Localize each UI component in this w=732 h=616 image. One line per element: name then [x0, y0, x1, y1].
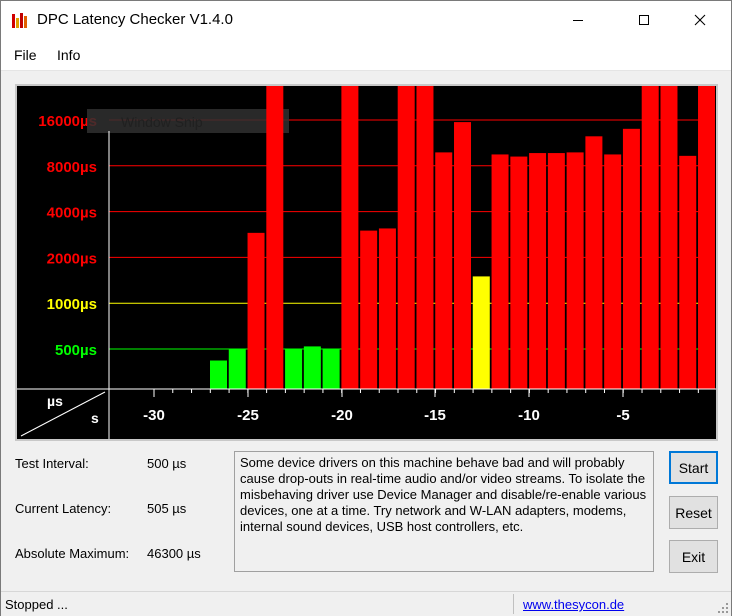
latency-bar [322, 349, 340, 389]
absolute-maximum-value: 46300 µs [147, 546, 201, 561]
start-button[interactable]: Start [669, 451, 718, 484]
latency-bar [454, 122, 472, 389]
x-tick-label: -15 [424, 407, 446, 424]
current-latency-value: 505 µs [147, 501, 187, 516]
x-tick-label: -25 [237, 407, 259, 424]
latency-bar [604, 154, 622, 389]
latency-bar [303, 346, 321, 389]
status-bar: Stopped ... www.thesycon.de [1, 591, 731, 616]
latency-bar [529, 153, 547, 389]
maximize-icon [639, 15, 649, 25]
exit-button[interactable]: Exit [669, 540, 718, 573]
y-tick-label: 2000µs [47, 250, 97, 267]
x-tick-label: -10 [518, 407, 540, 424]
y-tick-label: 500µs [55, 342, 97, 359]
latency-bar [679, 155, 697, 389]
latency-bar [491, 154, 509, 389]
close-icon [694, 14, 706, 26]
y-tick-label: 4000µs [47, 205, 97, 222]
minimize-icon [573, 20, 583, 21]
latency-bar [247, 232, 265, 389]
test-interval-value: 500 µs [147, 456, 187, 471]
latency-bar [397, 86, 415, 389]
latency-bar [622, 128, 640, 389]
latency-bar [341, 86, 359, 389]
app-window: DPC Latency Checker V1.4.0 File Info 160… [0, 0, 732, 616]
current-latency-label: Current Latency: [15, 501, 112, 516]
close-button[interactable] [677, 1, 723, 39]
latency-graph: 16000µs 8000µs 4000µs 2000µs 1000µs 500µs Wind… [15, 84, 718, 441]
website-link[interactable]: www.thesycon.de [523, 597, 624, 612]
latency-bar [585, 136, 603, 389]
menu-file[interactable]: File [14, 47, 37, 63]
latency-bar [228, 349, 246, 389]
app-bars-icon [12, 13, 27, 28]
maximize-button[interactable] [621, 1, 667, 39]
latency-bar [547, 153, 565, 389]
x-tick-label: -5 [616, 407, 629, 424]
latency-bar [660, 86, 678, 389]
resize-grip-icon[interactable] [717, 602, 729, 614]
latency-bar [210, 360, 227, 389]
window-snip-text: Window Snip [121, 114, 203, 130]
latency-bar [472, 276, 490, 389]
test-interval-label: Test Interval: [15, 456, 89, 471]
latency-bar [285, 349, 303, 389]
y-tick-label: 8000µs [47, 159, 97, 176]
minimize-button[interactable] [555, 1, 601, 39]
menu-info[interactable]: Info [57, 47, 80, 63]
x-tick-label: -20 [331, 407, 353, 424]
latency-bar [641, 86, 659, 389]
latency-bar [566, 152, 584, 389]
absolute-maximum-label: Absolute Maximum: [15, 546, 130, 561]
menu-bar: File Info [1, 39, 731, 71]
y-tick-label: 1000µs [47, 296, 97, 313]
reset-button[interactable]: Reset [669, 496, 718, 529]
status-separator [513, 594, 514, 614]
latency-bar [378, 228, 396, 389]
y-unit-label: µs [47, 393, 63, 409]
x-unit-label: s [91, 410, 99, 426]
status-text: Stopped ... [5, 597, 68, 612]
latency-bar [416, 86, 434, 389]
latency-chart: 16000µs8000µs4000µs2000µs1000µs500µsWind… [17, 86, 716, 439]
latency-bar [360, 230, 378, 389]
x-tick-label: -30 [143, 407, 165, 424]
latency-bar [266, 86, 284, 389]
latency-bar [435, 152, 453, 389]
latency-bar [698, 86, 716, 389]
window-title: DPC Latency Checker V1.4.0 [37, 11, 233, 28]
description-text: Some device drivers on this machine beha… [234, 451, 654, 572]
title-bar[interactable]: DPC Latency Checker V1.4.0 [1, 1, 731, 39]
latency-bar [510, 156, 528, 389]
